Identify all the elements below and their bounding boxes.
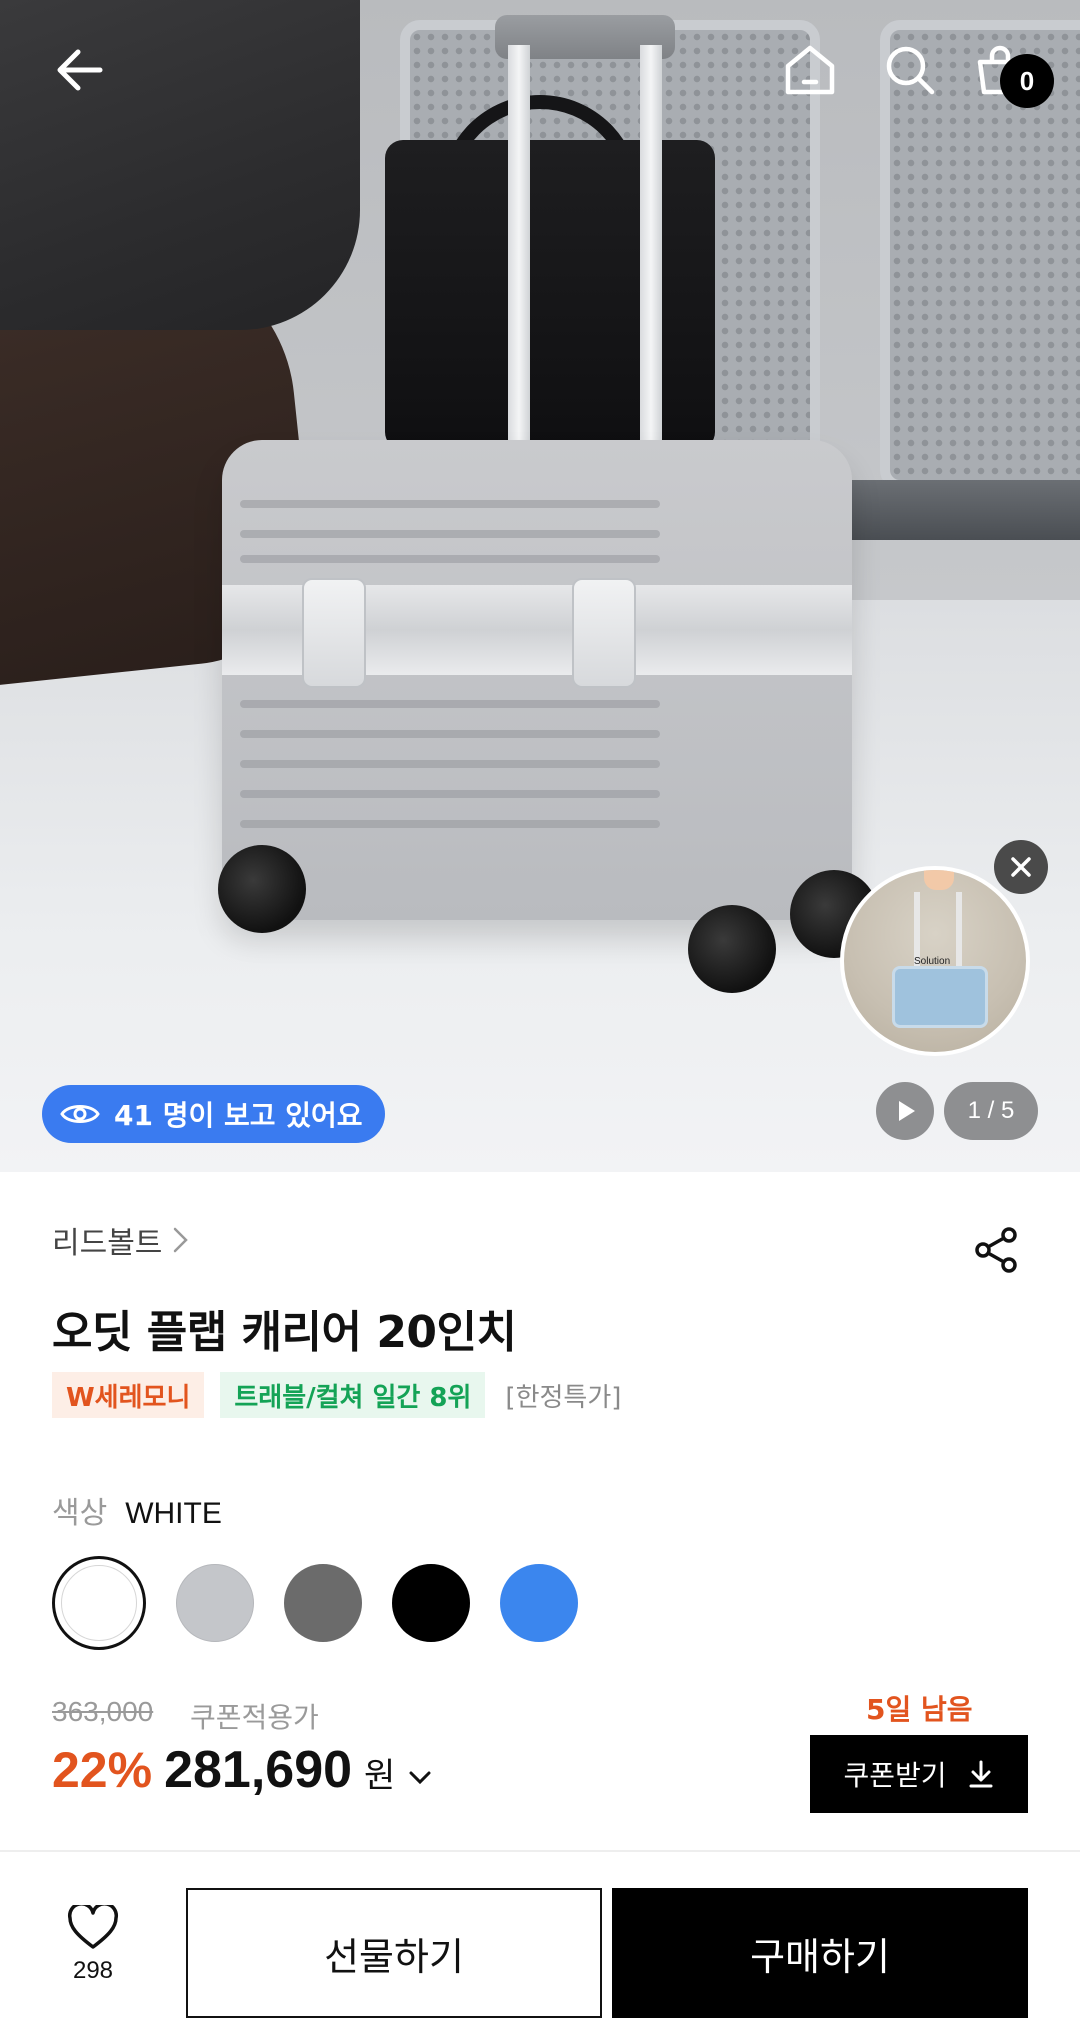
back-arrow-icon (57, 49, 103, 91)
suitcase-rib (240, 760, 660, 768)
share-button[interactable] (966, 1220, 1026, 1280)
suitcase-lock (302, 578, 366, 688)
chevron-right-icon (174, 1227, 189, 1253)
coupon-days-left: 5일 남음 (866, 1693, 973, 1726)
coupon-price-note: 쿠폰적용가 (190, 1701, 319, 1734)
swatch-fill (61, 1565, 137, 1641)
suitcase-rib (240, 820, 660, 828)
suitcase-handle-rod (640, 45, 662, 465)
brand-link[interactable]: 리드볼트 (52, 1218, 190, 1262)
coupon-button-label: 쿠폰받기 (843, 1759, 947, 1792)
play-icon (899, 1101, 915, 1121)
tag-ranking: 트래블/컬쳐 일간 8위 (220, 1372, 486, 1418)
suitcase-rib (240, 530, 660, 538)
like-button[interactable]: 298 (48, 1905, 138, 2015)
like-count: 298 (72, 1957, 114, 1984)
suitcase-rib (240, 700, 660, 708)
heart-icon (67, 1905, 119, 1949)
close-icon (1011, 857, 1031, 877)
color-swatch-black[interactable] (392, 1564, 470, 1642)
back-button[interactable] (40, 30, 120, 110)
selected-color: WHITE (125, 1497, 222, 1530)
thumb-hand (924, 870, 954, 890)
tag-ceremony: W세레모니 (52, 1372, 205, 1418)
search-button[interactable] (870, 30, 950, 110)
tag-limited-sale: [한정특가] (505, 1382, 622, 1413)
suitcase-rib (240, 730, 660, 738)
chevron-down-icon (409, 1771, 431, 1785)
original-price: 363,000 (52, 1696, 154, 1727)
search-icon (886, 46, 935, 95)
live-viewers-badge: 41 명이 보고 있어요 (42, 1085, 385, 1143)
price-row[interactable]: 22% 281,690 원 (52, 1740, 433, 1800)
gift-button[interactable]: 선물하기 (186, 1888, 602, 2018)
discount-rate: 22% (52, 1742, 153, 1798)
color-swatch-white[interactable] (52, 1556, 146, 1650)
final-price: 281,690 (164, 1741, 353, 1799)
eye-icon (60, 1105, 100, 1123)
suitcase-lock (572, 578, 636, 688)
cart-count-badge: 0 (1000, 54, 1054, 108)
color-swatch-silver[interactable] (176, 1564, 254, 1642)
product-tags: W세레모니 트래블/컬쳐 일간 8위 [한정특가] (52, 1372, 625, 1418)
color-label: 색상 (52, 1496, 108, 1531)
close-video-button[interactable] (994, 840, 1048, 894)
suitcase-rib (240, 790, 660, 798)
color-swatch-blue[interactable] (500, 1564, 578, 1642)
viewers-text: 41 명이 보고 있어요 (114, 1099, 363, 1132)
suitcase-rib (240, 500, 660, 508)
download-icon (969, 1760, 993, 1788)
bottom-bar-divider (0, 1850, 1080, 1852)
suitcase-rib (240, 555, 660, 563)
play-video-button[interactable] (876, 1082, 934, 1140)
brand-name: 리드볼트 (52, 1226, 163, 1261)
thumb-suitcase (892, 966, 988, 1028)
share-icon (975, 1227, 1017, 1273)
product-title: 오딧 플랩 캐리어 20인치 (52, 1307, 517, 1358)
color-option-header: 색상 WHITE (52, 1488, 222, 1532)
buy-button[interactable]: 구매하기 (612, 1888, 1028, 2018)
currency-unit: 원 (364, 1756, 396, 1796)
video-preview-thumbnail[interactable]: Solution (840, 866, 1030, 1056)
get-coupon-button[interactable]: 쿠폰받기 (810, 1735, 1028, 1813)
image-page-indicator: 1 / 5 (944, 1082, 1038, 1140)
thumb-caption: Solution (914, 956, 951, 967)
color-swatches (52, 1556, 578, 1650)
handbag (385, 140, 715, 450)
home-icon (785, 45, 835, 95)
suitcase-wheel (218, 845, 306, 933)
suitcase-wheel (688, 905, 776, 993)
thumb-handle-rod (956, 892, 962, 972)
color-swatch-gray[interactable] (284, 1564, 362, 1642)
home-button[interactable] (770, 30, 850, 110)
suitcase-handle-rod (508, 45, 530, 465)
